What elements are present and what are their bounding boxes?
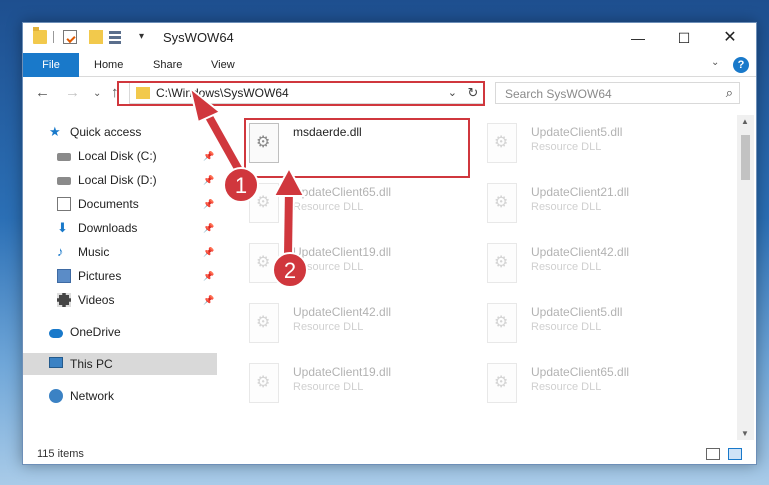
file-item[interactable]: UpdateClient19.dll Resource DLL: [245, 239, 475, 295]
file-item[interactable]: UpdateClient5.dll Resource DLL: [483, 299, 713, 355]
cloud-icon: [49, 329, 63, 338]
scroll-up-icon[interactable]: ▲: [741, 117, 749, 126]
customize-toolbar-dropdown-icon[interactable]: ▾: [139, 31, 144, 42]
vertical-scrollbar[interactable]: ▲ ▼: [737, 115, 754, 440]
pin-icon[interactable]: 📌: [203, 151, 214, 162]
title-bar: ▾ SysWOW64 — ☐ ✕: [23, 23, 756, 53]
sidebar-item-local-disk-d[interactable]: Local Disk (D:): [57, 169, 219, 191]
navigation-pane: ★ Quick access Local Disk (C:) Local Dis…: [23, 115, 219, 440]
pin-icon[interactable]: 📌: [203, 271, 214, 282]
tab-share[interactable]: Share: [153, 53, 182, 77]
dll-file-icon: [487, 123, 517, 163]
file-item[interactable]: UpdateClient19.dll Resource DLL: [245, 359, 475, 415]
recent-locations-button[interactable]: ⌄: [93, 88, 101, 99]
sidebar-item-documents[interactable]: Documents: [57, 193, 219, 215]
back-button[interactable]: ←: [35, 84, 50, 101]
maximize-button[interactable]: ☐: [661, 23, 707, 53]
minimize-button[interactable]: —: [615, 23, 661, 53]
sidebar-item-this-pc[interactable]: This PC: [23, 353, 217, 375]
music-note-icon: ♪: [57, 244, 64, 259]
download-arrow-icon: ⬇: [57, 220, 68, 235]
file-item[interactable]: UpdateClient21.dll Resource DLL: [483, 179, 713, 235]
pictures-icon: [57, 269, 71, 283]
close-button[interactable]: ✕: [707, 23, 753, 53]
file-item[interactable]: UpdateClient5.dll Resource DLL: [483, 119, 713, 175]
address-highlight-box: [117, 81, 485, 106]
documents-icon: [57, 197, 71, 211]
pin-icon[interactable]: 📌: [203, 223, 214, 234]
file-item[interactable]: UpdateClient65.dll Resource DLL: [483, 359, 713, 415]
dll-file-icon: [249, 183, 279, 223]
pin-icon[interactable]: 📌: [203, 175, 214, 186]
window-title: SysWOW64: [163, 30, 234, 45]
properties-icon[interactable]: [63, 30, 77, 44]
file-item[interactable]: UpdateClient42.dll Resource DLL: [245, 299, 475, 355]
folder-icon: [33, 27, 47, 44]
film-strip-icon: [57, 293, 71, 307]
tab-home[interactable]: Home: [94, 53, 123, 77]
status-bar: 115 items: [23, 441, 756, 465]
file-item[interactable]: UpdateClient65.dll Resource DLL: [245, 179, 475, 235]
dll-file-icon: [249, 243, 279, 283]
new-folder-icon[interactable]: [89, 30, 103, 44]
view-options-icon[interactable]: [109, 30, 125, 44]
details-view-icon[interactable]: [706, 448, 720, 460]
sidebar-item-music[interactable]: ♪ Music: [57, 241, 219, 263]
sidebar-item-network[interactable]: Network: [49, 385, 219, 407]
dll-file-icon: [249, 303, 279, 343]
pin-icon[interactable]: 📌: [203, 295, 214, 306]
toolbar-divider: [53, 31, 54, 43]
computer-icon: [49, 357, 63, 368]
large-icons-view-icon[interactable]: [728, 448, 742, 460]
drive-icon: [57, 153, 71, 161]
dll-file-icon: [487, 363, 517, 403]
dll-file-icon: [487, 183, 517, 223]
item-count: 115 items: [37, 448, 84, 460]
dll-file-icon: [249, 363, 279, 403]
file-highlight-box: [244, 118, 470, 178]
pin-icon[interactable]: 📌: [203, 199, 214, 210]
pin-icon[interactable]: 📌: [203, 247, 214, 258]
tab-view[interactable]: View: [211, 53, 235, 77]
sidebar-item-downloads[interactable]: ⬇ Downloads: [57, 217, 219, 239]
explorer-window: ▾ SysWOW64 — ☐ ✕ File Home Share View ⌄ …: [22, 22, 757, 465]
search-icon[interactable]: ⌕: [726, 85, 733, 101]
dll-file-icon: [487, 243, 517, 283]
sidebar-item-onedrive[interactable]: OneDrive: [49, 321, 219, 343]
forward-button[interactable]: →: [65, 84, 80, 101]
sidebar-item-quick-access[interactable]: ★ Quick access: [49, 121, 219, 143]
file-item[interactable]: UpdateClient42.dll Resource DLL: [483, 239, 713, 295]
sidebar-item-local-disk-c[interactable]: Local Disk (C:): [57, 145, 219, 167]
search-box[interactable]: Search SysWOW64 ⌕: [495, 82, 740, 104]
search-input[interactable]: Search SysWOW64: [505, 87, 612, 101]
sidebar-item-pictures[interactable]: Pictures: [57, 265, 219, 287]
tab-file[interactable]: File: [23, 53, 79, 77]
ribbon-tabs: File Home Share View ⌄ ?: [23, 53, 756, 77]
scroll-down-icon[interactable]: ▼: [741, 429, 749, 438]
sidebar-item-videos[interactable]: Videos: [57, 289, 219, 311]
dll-file-icon: [487, 303, 517, 343]
network-icon: [49, 389, 63, 403]
expand-ribbon-icon[interactable]: ⌄: [711, 57, 719, 68]
scroll-thumb[interactable]: [741, 135, 750, 180]
drive-icon: [57, 177, 71, 185]
star-icon: ★: [49, 124, 61, 139]
help-icon[interactable]: ?: [733, 57, 749, 73]
